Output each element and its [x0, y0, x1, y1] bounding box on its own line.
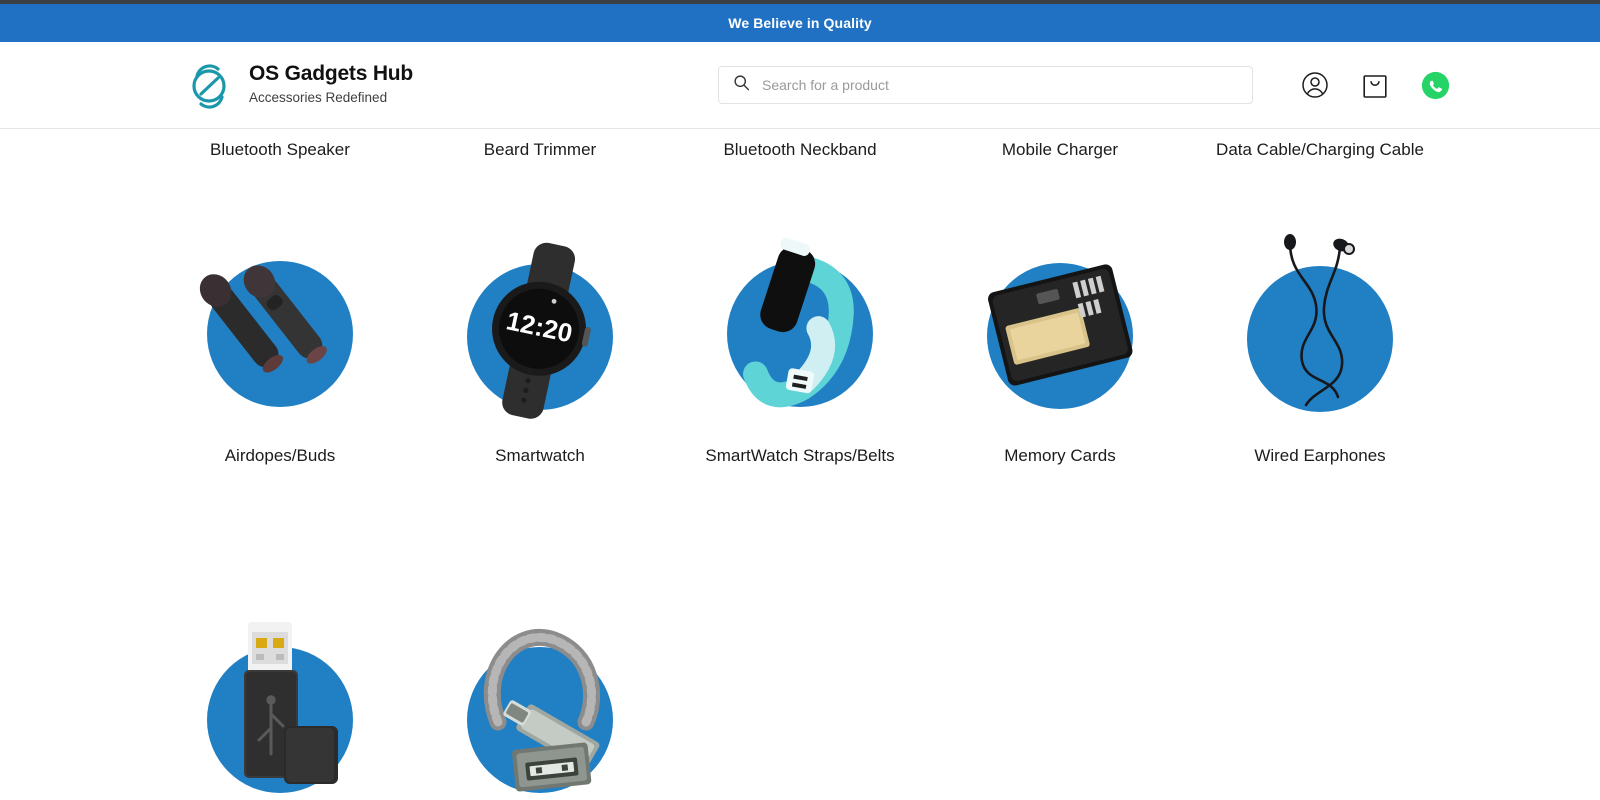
header-actions [1300, 70, 1450, 100]
whatsapp-icon[interactable] [1420, 70, 1450, 100]
category-card-bluetooth-neckband[interactable]: Bluetooth Neckband [670, 129, 930, 161]
category-grid-empty-cell [670, 610, 930, 800]
shopping-bag-icon[interactable] [1360, 70, 1390, 100]
row-spacer [150, 530, 1450, 610]
brand-logo-link[interactable]: OS Gadgets Hub Accessories Redefined [185, 57, 413, 113]
category-label: Airdopes/Buds [224, 446, 336, 465]
watch-strap-thumb-icon [700, 229, 900, 429]
earbuds-thumb-icon [180, 229, 380, 429]
category-card-pendrives[interactable]: Pendrives [150, 610, 410, 800]
category-label: Memory Cards [1004, 446, 1116, 465]
category-row-1: Bluetooth Speaker Beard Trimmer Bluetoot… [150, 129, 1450, 161]
category-row-2: Airdopes/Buds 12:20 Smartwatch SmartWatc… [150, 229, 1450, 530]
category-label: Bluetooth Speaker [210, 139, 350, 159]
category-card-smartwatch[interactable]: 12:20 Smartwatch [410, 229, 670, 530]
category-card-otg-converter[interactable]: OTG/Converter OTG [410, 610, 670, 800]
category-grid-empty-cell [930, 610, 1190, 800]
smartwatch-thumb-icon: 12:20 [440, 229, 640, 429]
search-input[interactable] [762, 77, 1238, 93]
search-bar [718, 66, 1253, 104]
memory-card-thumb-icon [960, 229, 1160, 429]
category-card-airdopes-buds[interactable]: Airdopes/Buds [150, 229, 410, 530]
category-catalog: Bluetooth Speaker Beard Trimmer Bluetoot… [0, 129, 1600, 800]
site-header: OS Gadgets Hub Accessories Redefined [0, 42, 1600, 129]
category-label: Bluetooth Neckband [723, 139, 877, 159]
category-label: Data Cable/Charging Cable [1216, 139, 1424, 159]
category-card-memory-cards[interactable]: Memory Cards [930, 229, 1190, 530]
category-label: Smartwatch [495, 446, 585, 465]
brand-tagline: Accessories Redefined [249, 90, 388, 106]
category-card-beard-trimmer[interactable]: Beard Trimmer [410, 129, 670, 161]
category-label: Beard Trimmer [483, 139, 597, 159]
category-label: Wired Earphones [1254, 446, 1386, 465]
category-grid-empty-cell [1190, 610, 1450, 800]
category-card-smartwatch-straps[interactable]: SmartWatch Straps/Belts [670, 229, 930, 530]
category-row-3: Pendrives [150, 610, 1450, 800]
wired-earphones-thumb-icon [1220, 229, 1420, 429]
category-label: SmartWatch Straps/Belts [705, 446, 895, 465]
search-box[interactable] [718, 66, 1253, 104]
category-label: Mobile Charger [1001, 139, 1119, 159]
os-infinity-logo-icon [185, 57, 235, 113]
announcement-bar: We Believe in Quality [0, 4, 1600, 42]
category-card-data-cable[interactable]: Data Cable/Charging Cable [1190, 129, 1450, 161]
otg-adapter-thumb-icon [440, 610, 640, 800]
category-card-mobile-charger[interactable]: Mobile Charger [930, 129, 1190, 161]
category-card-bluetooth-speaker[interactable]: Bluetooth Speaker [150, 129, 410, 161]
announcement-text: We Believe in Quality [728, 15, 872, 31]
category-card-wired-earphones[interactable]: Wired Earphones [1190, 229, 1450, 530]
pendrive-thumb-icon [180, 610, 380, 800]
brand-name: OS Gadgets Hub [249, 62, 414, 86]
search-icon [733, 74, 750, 96]
account-icon[interactable] [1300, 70, 1330, 100]
row-spacer [150, 161, 1450, 229]
